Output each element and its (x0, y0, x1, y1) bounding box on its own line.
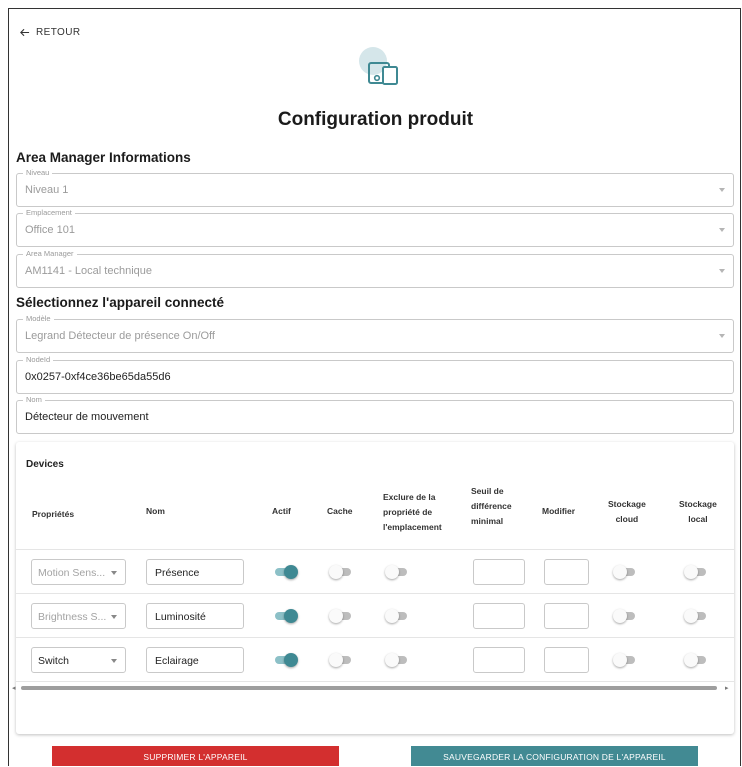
header-actif: Actif (272, 506, 291, 516)
seuil-input[interactable] (473, 559, 525, 585)
header-nom: Nom (146, 506, 165, 516)
actif-toggle[interactable] (273, 565, 298, 579)
row-divider (16, 681, 734, 682)
row-divider (16, 549, 734, 550)
header-proprietes: Propriétés (32, 509, 75, 519)
caret-down-icon (719, 228, 725, 232)
scroll-right-icon[interactable]: ▸ (725, 684, 729, 692)
area-section-title: Area Manager Informations (16, 150, 191, 165)
row-divider (16, 593, 734, 594)
field-legend: NodeId (23, 355, 54, 364)
caret-down-icon (111, 659, 117, 663)
modele-select[interactable]: Modèle Legrand Détecteur de présence On/… (16, 314, 734, 353)
field-value: Office 101 (25, 224, 75, 236)
header-stockage-cloud: Stockage cloud (608, 499, 646, 524)
caret-down-icon (719, 334, 725, 338)
devices-card: Devices Propriétés Nom Actif Cache Exclu… (16, 442, 734, 734)
caret-down-icon (111, 615, 117, 619)
modifier-input[interactable] (544, 647, 589, 673)
nom-input[interactable]: Luminosité (146, 603, 244, 629)
field-legend: Niveau (23, 168, 53, 177)
cache-toggle[interactable] (329, 653, 353, 667)
stockage-cloud-toggle[interactable] (613, 565, 637, 579)
area-manager-select[interactable]: Area Manager AM1141 - Local technique (16, 249, 734, 288)
nodeid-field[interactable]: NodeId 0x0257-0xf4ce36be65da55d6 (16, 355, 734, 394)
field-legend: Modèle (23, 314, 54, 323)
nom-input[interactable]: Présence (146, 559, 244, 585)
modifier-input[interactable] (544, 603, 589, 629)
actif-toggle[interactable] (273, 609, 298, 623)
stockage-local-toggle[interactable] (684, 609, 708, 623)
stockage-cloud-toggle[interactable] (613, 609, 637, 623)
horizontal-scrollbar[interactable] (21, 686, 717, 690)
delete-device-button[interactable]: SUPPRIMER L'APPAREIL (52, 746, 339, 766)
back-link[interactable]: RETOUR (19, 27, 80, 38)
header-seuil: Seuil de différence minimal (471, 486, 512, 526)
exclure-toggle[interactable] (385, 653, 409, 667)
caret-down-icon (111, 571, 117, 575)
field-legend: Area Manager (23, 249, 77, 258)
scroll-left-icon[interactable]: ◂ (12, 684, 16, 692)
propriete-select[interactable]: Motion Sens... (31, 559, 126, 585)
seuil-input[interactable] (473, 647, 525, 673)
field-value: Niveau 1 (25, 184, 69, 196)
stockage-local-toggle[interactable] (684, 653, 708, 667)
stockage-cloud-toggle[interactable] (613, 653, 637, 667)
field-value: Legrand Détecteur de présence On/Off (25, 330, 215, 342)
modifier-input[interactable] (544, 559, 589, 585)
row-divider (16, 637, 734, 638)
field-value: 0x0257-0xf4ce36be65da55d6 (25, 371, 171, 383)
page-frame: RETOUR Configuration produit Area Manage… (8, 8, 741, 766)
niveau-select[interactable]: Niveau Niveau 1 (16, 168, 734, 207)
nom-field[interactable]: Nom Détecteur de mouvement (16, 395, 734, 434)
back-label: RETOUR (36, 27, 81, 38)
propriete-select[interactable]: Switch (31, 647, 126, 673)
devices-title: Devices (26, 459, 64, 470)
nom-input[interactable]: Eclairage (146, 647, 244, 673)
arrow-left-icon (20, 28, 30, 37)
devices-icon (359, 47, 403, 91)
field-value: Détecteur de mouvement (25, 411, 149, 423)
seuil-input[interactable] (473, 603, 525, 629)
field-legend: Emplacement (23, 208, 75, 217)
header-exclure: Exclure de la propriété de l'emplacement (383, 492, 442, 532)
emplacement-select[interactable]: Emplacement Office 101 (16, 208, 734, 247)
propriete-select[interactable]: Brightness S... (31, 603, 126, 629)
save-configuration-button[interactable]: SAUVEGARDER LA CONFIGURATION DE L'APPARE… (411, 746, 698, 766)
exclure-toggle[interactable] (385, 565, 409, 579)
device-section-title: Sélectionnez l'appareil connecté (16, 295, 225, 310)
cache-toggle[interactable] (329, 565, 353, 579)
actif-toggle[interactable] (273, 653, 298, 667)
field-legend: Nom (23, 395, 45, 404)
stockage-local-toggle[interactable] (684, 565, 708, 579)
page-title: Configuration produit (277, 109, 474, 130)
header-cache: Cache (327, 506, 353, 516)
caret-down-icon (719, 188, 725, 192)
field-value: AM1141 - Local technique (25, 265, 152, 277)
cache-toggle[interactable] (329, 609, 353, 623)
header-stockage-local: Stockage local (679, 499, 717, 524)
caret-down-icon (719, 269, 725, 273)
header-modifier: Modifier (542, 506, 576, 516)
exclure-toggle[interactable] (385, 609, 409, 623)
